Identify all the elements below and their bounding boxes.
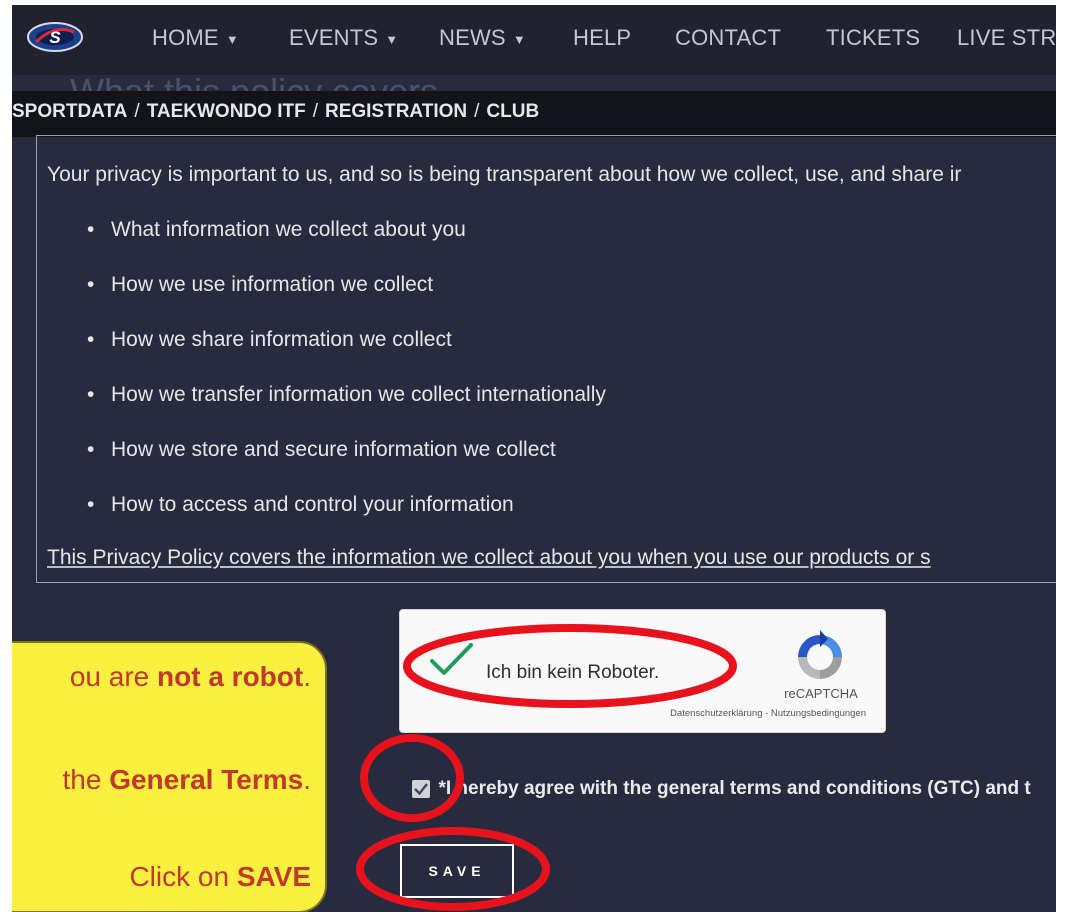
sportdata-logo[interactable]: S xyxy=(26,20,84,54)
nav-item-live-strea[interactable]: LIVE STREA xyxy=(957,25,1056,51)
policy-footer: This Privacy Policy covers the informati… xyxy=(47,546,931,569)
nav-item-events[interactable]: EVENTS ▼ xyxy=(289,25,398,51)
nav-item-label: NEWS xyxy=(439,25,506,50)
gtc-agree-row: *I hereby agree with the general terms a… xyxy=(412,778,1031,800)
breadcrumb-item-sportdata[interactable]: SPORTDATA xyxy=(12,101,127,122)
policy-item: What information we collect about you xyxy=(87,218,606,273)
page: S HOME ▼ EVENTS ▼ NEWS ▼ HELP CONTACT TICKETS LIV… xyxy=(12,5,1056,912)
callout-line-save: Click on SAVE xyxy=(129,861,311,892)
policy-list: What information we collect about you Ho… xyxy=(87,218,606,548)
callout-line-terms: the General Terms. xyxy=(62,764,311,795)
nav-item-label: LIVE STREA xyxy=(957,25,1056,50)
caret-down-icon: ▼ xyxy=(385,31,399,47)
gtc-checkbox[interactable] xyxy=(412,780,430,798)
policy-item: How we store and secure information we c… xyxy=(87,438,606,493)
nav-item-news[interactable]: NEWS ▼ xyxy=(439,25,526,51)
recaptcha-logo-icon xyxy=(798,630,842,679)
instruction-callout: ou are not a robot. the General Terms. C… xyxy=(12,641,327,912)
privacy-policy-box[interactable]: Your privacy is important to us, and so … xyxy=(36,135,1056,583)
breadcrumb-separator: / xyxy=(312,101,318,122)
save-button[interactable]: SAVE xyxy=(400,844,514,898)
top-navbar: S HOME ▼ EVENTS ▼ NEWS ▼ HELP CONTACT TICKETS LIV… xyxy=(12,5,1056,75)
nav-item-label: EVENTS xyxy=(289,25,379,50)
breadcrumb-trail: SPORTDATA / TAEKWONDO ITF / REGISTRATION / CLU… xyxy=(12,101,539,123)
policy-item: How we share information we collect xyxy=(87,328,606,383)
breadcrumb-item-taekwondo[interactable]: TAEKWONDO ITF xyxy=(147,101,306,122)
policy-item: How we use information we collect xyxy=(87,273,606,328)
policy-item: How we transfer information we collect i… xyxy=(87,383,606,438)
nav-item-home[interactable]: HOME ▼ xyxy=(152,25,239,51)
caret-down-icon: ▼ xyxy=(512,31,526,47)
recaptcha-links[interactable]: Datenschutzerklärung - Nutzungsbedingung… xyxy=(598,708,866,719)
checkbox-check-icon xyxy=(414,783,428,796)
gtc-agree-label[interactable]: *I hereby agree with the general terms a… xyxy=(438,778,1030,799)
breadcrumb-separator: / xyxy=(134,101,140,122)
policy-intro: Your privacy is important to us, and so … xyxy=(47,163,962,186)
svg-text:S: S xyxy=(49,28,61,47)
callout-line-robot: ou are not a robot. xyxy=(69,661,311,692)
checkmark-icon xyxy=(430,643,473,675)
nav-item-tickets[interactable]: TICKETS xyxy=(826,25,920,51)
recaptcha-brand: reCAPTCHA xyxy=(784,686,858,701)
breadcrumb-separator: / xyxy=(474,101,480,122)
recaptcha-checkbox[interactable] xyxy=(428,642,474,678)
nav-item-label: TICKETS xyxy=(826,25,921,50)
nav-item-label: HELP xyxy=(573,25,632,50)
nav-item-contact[interactable]: CONTACT xyxy=(675,25,781,51)
caret-down-icon: ▼ xyxy=(225,31,239,47)
policy-item: How to access and control your informati… xyxy=(87,493,606,548)
nav-item-label: HOME xyxy=(152,25,219,50)
breadcrumb-item-registration[interactable]: REGISTRATION xyxy=(325,101,467,122)
nav-item-help[interactable]: HELP xyxy=(573,25,631,51)
recaptcha-widget: Ich bin kein Roboter. reCAPTCHA Datensch… xyxy=(399,609,886,733)
breadcrumb-item-club: CLUB xyxy=(486,101,540,122)
recaptcha-label[interactable]: Ich bin kein Roboter. xyxy=(486,662,659,684)
breadcrumb: SPORTDATA / TAEKWONDO ITF / REGISTRATION / CLU… xyxy=(12,91,1056,137)
nav-item-label: CONTACT xyxy=(675,25,782,50)
